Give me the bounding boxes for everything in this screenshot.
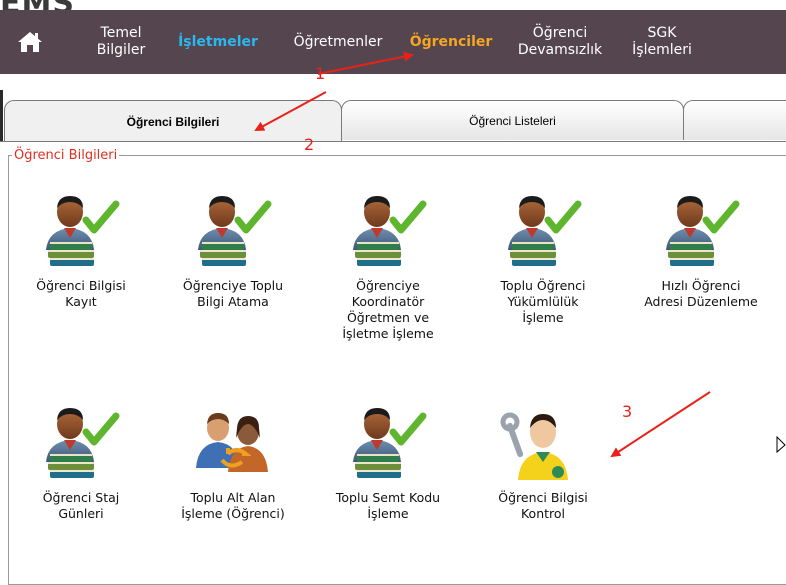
nav-temel-bilgiler[interactable]: Temel Bilgiler (86, 10, 156, 74)
tab-more[interactable] (683, 100, 786, 140)
home-icon (18, 32, 42, 52)
nav-label-line1: Öğrenci (532, 25, 588, 41)
nav-label-line1: Temel (100, 25, 142, 41)
tile-ogrenci-bilgisi-kontrol[interactable]: Öğrenci Bilgisi Kontrol (478, 402, 608, 522)
student-books-check-icon (656, 190, 746, 270)
tile-label: Öğrenci Staj Günleri (42, 490, 120, 521)
nav-ogretmenler[interactable]: Öğretmenler (286, 10, 390, 74)
nav-label: Öğretmenler (293, 33, 383, 50)
tab-label: Öğrenci Bilgileri (126, 114, 220, 129)
main-navbar: Temel Bilgiler İşletmeler Öğretmenler Öğ… (0, 10, 786, 74)
tab-ogrenci-bilgileri[interactable]: Öğrenci Bilgileri (4, 100, 342, 142)
nav-label: İşletmeler (178, 33, 258, 50)
student-books-check-icon (36, 402, 126, 482)
users-exchange-icon (188, 402, 278, 482)
student-books-check-icon (36, 190, 126, 270)
tile-ogrenci-staj-gunleri[interactable]: Öğrenci Staj Günleri (16, 402, 146, 522)
tile-label: Toplu Alt Alan İşleme (Öğrenci) (181, 490, 285, 521)
home-button[interactable] (0, 10, 60, 74)
nav-label-line2: Bilgiler (96, 42, 146, 58)
annotation-label-1: 1 (315, 64, 326, 83)
nav-isletmeler[interactable]: İşletmeler (172, 10, 264, 74)
tab-ogrenci-listeleri[interactable]: Öğrenci Listeleri (341, 100, 684, 140)
tile-label: Hızlı Öğrenci Adresi Düzenleme (644, 278, 758, 309)
nav-sgk-islemleri[interactable]: SGK İşlemleri (624, 10, 700, 74)
nav-label-line1: SGK (647, 25, 677, 41)
tile-label: Öğrenciye Koordinatör Öğretmen ve İşletm… (342, 278, 434, 341)
tile-label: Toplu Öğrenci Yükümlülük İşleme (500, 278, 586, 325)
tile-label: Öğrenciye Toplu Bilgi Atama (182, 278, 284, 309)
tile-toplu-semt-kodu[interactable]: Toplu Semt Kodu İşleme (323, 402, 453, 522)
tile-toplu-alt-alan[interactable]: Toplu Alt Alan İşleme (Öğrenci) (168, 402, 298, 522)
annotation-label-3: 3 (622, 402, 633, 421)
tile-label: Öğrenci Bilgisi Kayıt (36, 278, 126, 309)
nav-label-line2: İşlemleri (632, 42, 692, 58)
tile-ogrenci-bilgisi-kayit[interactable]: Öğrenci Bilgisi Kayıt (16, 190, 146, 310)
person-wrench-icon (498, 402, 588, 482)
student-books-check-icon (188, 190, 278, 270)
tab-label: Öğrenci Listeleri (469, 113, 556, 128)
tile-koordinator-ogretmen[interactable]: Öğrenciye Koordinatör Öğretmen ve İşletm… (323, 190, 453, 342)
section-legend: Öğrenci Bilgileri (12, 148, 120, 163)
student-books-check-icon (498, 190, 588, 270)
student-books-check-icon (343, 402, 433, 482)
tile-ogrenciye-toplu-bilgi-atama[interactable]: Öğrenciye Toplu Bilgi Atama (168, 190, 298, 310)
tile-toplu-ogrenci-yukumluluk[interactable]: Toplu Öğrenci Yükümlülük İşleme (478, 190, 608, 326)
nav-ogrenciler[interactable]: Öğrenciler (404, 10, 498, 74)
tab-strip: Öğrenci Bilgileri Öğrenci Listeleri (0, 100, 786, 142)
student-books-check-icon (343, 190, 433, 270)
annotation-label-2: 2 (304, 135, 315, 154)
nav-label: Öğrenciler (409, 33, 493, 50)
nav-ogrenci-devamsizlik[interactable]: Öğrenci Devamsızlık (512, 10, 608, 74)
mouse-cursor-icon (776, 436, 786, 454)
nav-label-line2: Devamsızlık (517, 42, 603, 58)
tile-label: Toplu Semt Kodu İşleme (335, 490, 441, 521)
tile-label: Öğrenci Bilgisi Kontrol (498, 490, 588, 521)
tile-hizli-ogrenci-adresi[interactable]: Hızlı Öğrenci Adresi Düzenleme (636, 190, 766, 310)
